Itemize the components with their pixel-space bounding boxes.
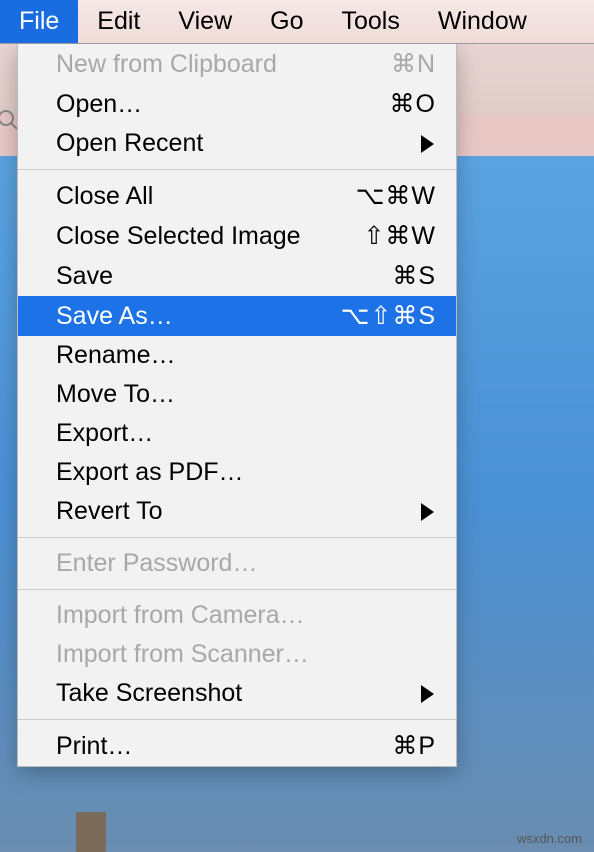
menu-item-label: Move To… — [56, 380, 436, 409]
menu-item-open-recent[interactable]: Open Recent — [18, 124, 456, 163]
menu-item-label: Import from Camera… — [56, 601, 436, 630]
menu-item-new-from-clipboard: New from Clipboard ⌘N — [18, 44, 456, 84]
menu-item-label: Save — [56, 262, 392, 291]
menubar-item-label: View — [178, 7, 232, 36]
chevron-right-icon — [421, 503, 434, 521]
menu-item-export-as-pdf[interactable]: Export as PDF… — [18, 453, 456, 492]
menubar-item-label: File — [19, 7, 59, 36]
menu-item-shortcut: ⇧⌘W — [363, 221, 436, 251]
menu-item-shortcut: ⌘N — [391, 49, 436, 79]
menu-item-label: Import from Scanner… — [56, 640, 436, 669]
menu-item-label: Enter Password… — [56, 549, 436, 578]
menu-item-shortcut: ⌥⌘W — [356, 181, 436, 211]
menu-item-label: New from Clipboard — [56, 50, 391, 79]
menubar-item-edit[interactable]: Edit — [78, 0, 159, 43]
menu-item-print[interactable]: Print… ⌘P — [18, 726, 456, 766]
menu-item-open[interactable]: Open… ⌘O — [18, 84, 456, 124]
menu-item-shortcut: ⌘S — [392, 261, 436, 291]
watermark: wsxdn.com — [517, 831, 582, 846]
chevron-right-icon — [421, 685, 434, 703]
menu-separator — [18, 589, 456, 590]
menu-item-export[interactable]: Export… — [18, 414, 456, 453]
menubar: File Edit View Go Tools Window — [0, 0, 594, 44]
menu-item-label: Export as PDF… — [56, 458, 436, 487]
menu-separator — [18, 537, 456, 538]
menubar-item-tools[interactable]: Tools — [323, 0, 419, 43]
menu-item-rename[interactable]: Rename… — [18, 336, 456, 375]
menu-item-label: Close All — [56, 182, 356, 211]
menu-item-shortcut: ⌥⇧⌘S — [341, 301, 436, 331]
menu-item-take-screenshot[interactable]: Take Screenshot — [18, 674, 456, 713]
menu-item-label: Open… — [56, 90, 390, 119]
menu-item-enter-password: Enter Password… — [18, 544, 456, 583]
menu-separator — [18, 169, 456, 170]
menu-item-save-as[interactable]: Save As… ⌥⇧⌘S — [18, 296, 456, 336]
menubar-item-view[interactable]: View — [159, 0, 251, 43]
file-dropdown-menu: New from Clipboard ⌘N Open… ⌘O Open Rece… — [17, 44, 457, 767]
menu-item-import-from-camera: Import from Camera… — [18, 596, 456, 635]
menubar-item-file[interactable]: File — [0, 0, 78, 43]
menubar-item-label: Window — [438, 7, 527, 36]
menu-item-import-from-scanner: Import from Scanner… — [18, 635, 456, 674]
menubar-item-label: Edit — [97, 7, 140, 36]
menu-item-close-all[interactable]: Close All ⌥⌘W — [18, 176, 456, 216]
menu-item-revert-to[interactable]: Revert To — [18, 492, 456, 531]
menu-item-label: Rename… — [56, 341, 436, 370]
menu-item-save[interactable]: Save ⌘S — [18, 256, 456, 296]
chevron-right-icon — [421, 135, 434, 153]
menu-item-label: Export… — [56, 419, 436, 448]
menu-item-close-selected-image[interactable]: Close Selected Image ⇧⌘W — [18, 216, 456, 256]
menu-item-shortcut: ⌘O — [390, 89, 436, 119]
menubar-item-window[interactable]: Window — [419, 0, 546, 43]
menu-item-label: Open Recent — [56, 129, 421, 158]
menu-item-label: Take Screenshot — [56, 679, 421, 708]
menu-item-shortcut: ⌘P — [392, 731, 436, 761]
building-silhouette — [76, 812, 106, 852]
menubar-item-go[interactable]: Go — [251, 0, 322, 43]
menu-item-label: Close Selected Image — [56, 222, 363, 251]
menu-item-move-to[interactable]: Move To… — [18, 375, 456, 414]
menu-item-label: Print… — [56, 732, 392, 761]
menubar-item-label: Go — [270, 7, 303, 36]
menu-item-label: Revert To — [56, 497, 421, 526]
menubar-item-label: Tools — [342, 7, 400, 36]
menu-separator — [18, 719, 456, 720]
menu-item-label: Save As… — [56, 302, 341, 331]
